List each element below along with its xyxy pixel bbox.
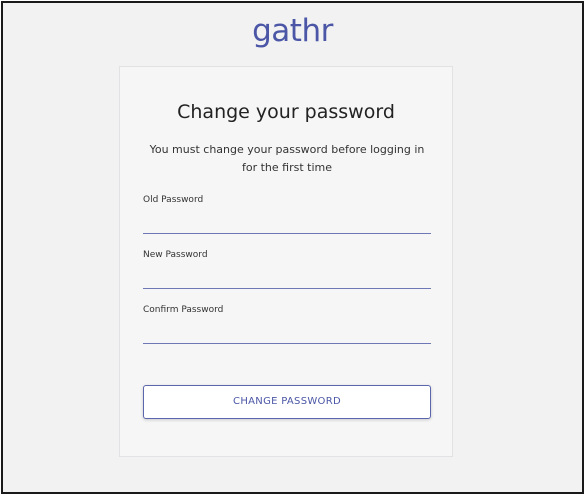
confirm-password-field-group: Confirm Password [143,304,431,350]
page-frame: gathr Change your password You must chan… [1,1,584,494]
change-password-button[interactable]: CHANGE PASSWORD [143,385,431,419]
gathr-logo: gathr [252,13,333,49]
page-subtitle: You must change your password before log… [149,143,425,174]
confirm-password-input[interactable] [143,322,431,344]
page-title: Change your password [177,101,395,123]
new-password-input[interactable] [143,267,431,289]
new-password-label: New Password [143,250,208,260]
new-password-field-group: New Password [143,249,431,295]
confirm-password-label: Confirm Password [143,305,224,315]
change-password-card: Change your password You must change you… [119,66,453,457]
old-password-field-group: Old Password [143,194,431,240]
old-password-input[interactable] [143,212,431,234]
old-password-label: Old Password [143,195,204,205]
